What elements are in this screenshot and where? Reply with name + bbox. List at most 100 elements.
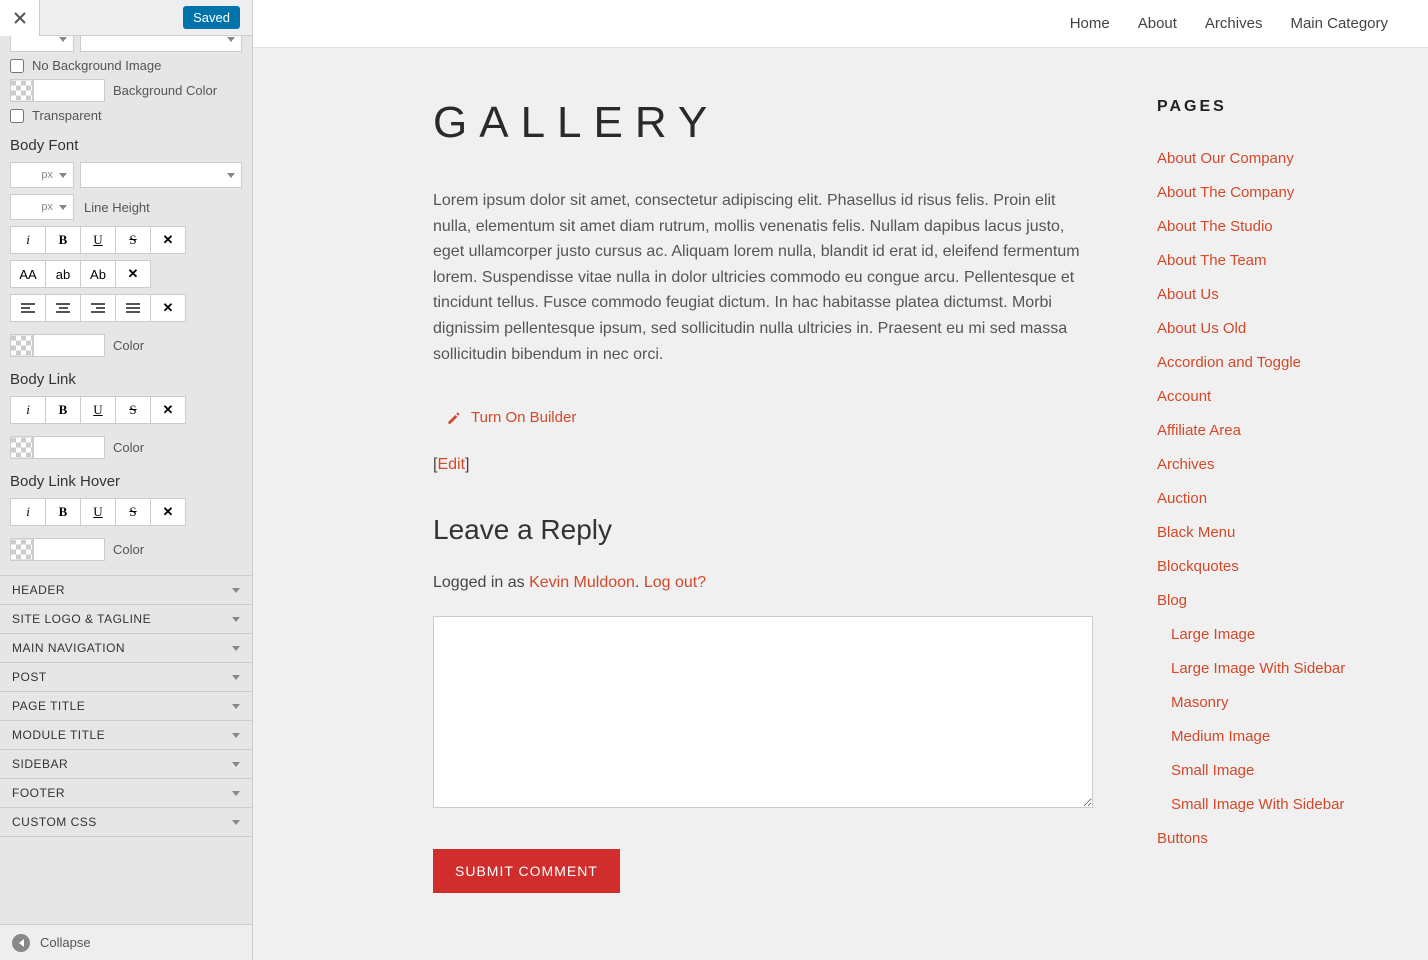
page-link[interactable]: About Our Company xyxy=(1157,150,1387,167)
hover-color-input[interactable] xyxy=(33,538,105,561)
bold-button[interactable]: B xyxy=(45,226,81,254)
no-bg-image-checkbox[interactable] xyxy=(10,59,24,73)
accordion-item[interactable]: SITE LOGO & TAGLINE xyxy=(0,605,252,634)
page-link[interactable]: Blog xyxy=(1157,592,1387,609)
accordion-item[interactable]: SIDEBAR xyxy=(0,750,252,779)
transparent-checkbox[interactable] xyxy=(10,109,24,123)
body-link-section-label: Body Link xyxy=(10,371,242,388)
link-bold-button[interactable]: B xyxy=(45,396,81,424)
page-link[interactable]: Account xyxy=(1157,388,1387,405)
accordion-item[interactable]: MAIN NAVIGATION xyxy=(0,634,252,663)
align-right-button[interactable] xyxy=(80,294,116,322)
page-link[interactable]: About Us xyxy=(1157,286,1387,303)
page-link[interactable]: About Us Old xyxy=(1157,320,1387,337)
accordion-item[interactable]: PAGE TITLE xyxy=(0,692,252,721)
nav-link[interactable]: About xyxy=(1138,15,1177,32)
hover-bold-button[interactable]: B xyxy=(45,498,81,526)
page-link[interactable]: Archives xyxy=(1157,456,1387,473)
link-hover-style-group: i B U S ✕ xyxy=(10,498,242,526)
transparent-checkbox-row[interactable]: Transparent xyxy=(10,108,242,123)
link-clear-button[interactable]: ✕ xyxy=(150,396,186,424)
font-size-select[interactable]: px xyxy=(10,162,74,188)
align-justify-button[interactable] xyxy=(115,294,151,322)
align-left-button[interactable] xyxy=(10,294,46,322)
accordion-item[interactable]: POST xyxy=(0,663,252,692)
nav-link[interactable]: Home xyxy=(1070,15,1110,32)
link-underline-button[interactable]: U xyxy=(80,396,116,424)
main-nav: Home About Archives Main Category xyxy=(1070,15,1388,32)
page-link[interactable]: About The Studio xyxy=(1157,218,1387,235)
link-italic-button[interactable]: i xyxy=(10,396,46,424)
hover-italic-button[interactable]: i xyxy=(10,498,46,526)
page-link[interactable]: Black Menu xyxy=(1157,524,1387,541)
pages-sidebar: PAGES About Our CompanyAbout The Company… xyxy=(1157,98,1387,893)
no-bg-image-checkbox-row[interactable]: No Background Image xyxy=(10,58,242,73)
hover-underline-button[interactable]: U xyxy=(80,498,116,526)
saved-badge[interactable]: Saved xyxy=(183,6,240,29)
bg-repeat-select[interactable] xyxy=(80,36,242,52)
link-color-input[interactable] xyxy=(33,436,105,459)
accordion-label: HEADER xyxy=(12,576,65,605)
font-color-input[interactable] xyxy=(33,334,105,357)
page-link[interactable]: Small Image With Sidebar xyxy=(1157,796,1387,813)
bg-color-swatch[interactable] xyxy=(10,79,33,102)
accordion-item[interactable]: CUSTOM CSS xyxy=(0,808,252,837)
lowercase-button[interactable]: ab xyxy=(45,260,81,288)
accordion-item[interactable]: MODULE TITLE xyxy=(0,721,252,750)
uppercase-button[interactable]: AA xyxy=(10,260,46,288)
page-link[interactable]: Affiliate Area xyxy=(1157,422,1387,439)
site-header: Home About Archives Main Category xyxy=(253,0,1428,48)
page-link[interactable]: Large Image With Sidebar xyxy=(1157,660,1387,677)
page-link[interactable]: Blockquotes xyxy=(1157,558,1387,575)
panel-scroll[interactable]: No Background Image Background Color Tra… xyxy=(0,36,252,924)
underline-button[interactable]: U xyxy=(80,226,116,254)
clear-align-button[interactable]: ✕ xyxy=(150,294,186,322)
font-color-swatch[interactable] xyxy=(10,334,33,357)
close-icon xyxy=(14,12,26,24)
logout-link[interactable]: Log out? xyxy=(644,574,706,591)
link-color-swatch[interactable] xyxy=(10,436,33,459)
chevron-down-icon xyxy=(232,791,240,796)
nav-link[interactable]: Main Category xyxy=(1290,15,1388,32)
link-color-label: Color xyxy=(113,440,144,455)
bg-position-select[interactable] xyxy=(10,36,74,52)
accordion-item[interactable]: FOOTER xyxy=(0,779,252,808)
nav-link[interactable]: Archives xyxy=(1205,15,1263,32)
page-link[interactable]: About The Team xyxy=(1157,252,1387,269)
collapse-label: Collapse xyxy=(40,935,91,950)
user-profile-link[interactable]: Kevin Muldoon xyxy=(529,574,635,591)
bg-color-input[interactable] xyxy=(33,79,105,102)
turn-on-builder-link[interactable]: Turn On Builder xyxy=(447,409,1093,426)
hover-strike-button[interactable]: S xyxy=(115,498,151,526)
link-strike-button[interactable]: S xyxy=(115,396,151,424)
page-link[interactable]: Medium Image xyxy=(1157,728,1387,745)
page-link[interactable]: Buttons xyxy=(1157,830,1387,847)
leave-reply-heading: Leave a Reply xyxy=(433,514,1093,546)
accordion-item[interactable]: HEADER xyxy=(0,576,252,605)
close-button[interactable] xyxy=(0,0,40,36)
collapse-button[interactable]: Collapse xyxy=(0,924,252,960)
preview-pane: HomeAboutArchivesMain Category GALLERY L… xyxy=(253,0,1428,960)
page-link[interactable]: About The Company xyxy=(1157,184,1387,201)
capitalize-button[interactable]: Ab xyxy=(80,260,116,288)
line-height-select[interactable]: px xyxy=(10,194,74,220)
hover-color-swatch[interactable] xyxy=(10,538,33,561)
chevron-down-icon xyxy=(59,37,67,42)
page-link[interactable]: Large Image xyxy=(1157,626,1387,643)
edit-link[interactable]: Edit xyxy=(437,456,465,473)
strike-button[interactable]: S xyxy=(115,226,151,254)
page-link[interactable]: Auction xyxy=(1157,490,1387,507)
clear-transform-button[interactable]: ✕ xyxy=(115,260,151,288)
accordion-label: POST xyxy=(12,663,47,692)
comment-textarea[interactable] xyxy=(433,616,1093,808)
collapse-arrow-icon xyxy=(12,934,30,952)
page-link[interactable]: Accordion and Toggle xyxy=(1157,354,1387,371)
hover-clear-button[interactable]: ✕ xyxy=(150,498,186,526)
page-link[interactable]: Masonry xyxy=(1157,694,1387,711)
page-link[interactable]: Small Image xyxy=(1157,762,1387,779)
align-center-button[interactable] xyxy=(45,294,81,322)
clear-style-button[interactable]: ✕ xyxy=(150,226,186,254)
italic-button[interactable]: i xyxy=(10,226,46,254)
font-family-select[interactable] xyxy=(80,162,242,188)
submit-comment-button[interactable]: SUBMIT COMMENT xyxy=(433,849,620,893)
